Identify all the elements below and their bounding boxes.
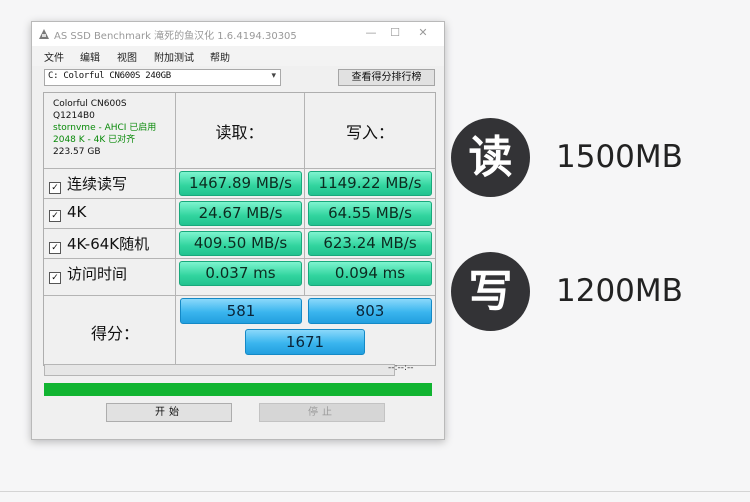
seq-write-result: 1149.22 MB/s [308, 171, 432, 196]
row-seq-text: 连续读写 [67, 175, 128, 193]
title-bar[interactable]: AS SSD Benchmark 滝死的鱼汉化 1.6.4194.30305 —… [32, 22, 444, 46]
minimize-button[interactable]: — [360, 25, 382, 41]
stop-button[interactable]: 停止 [259, 403, 385, 422]
divider [44, 228, 435, 229]
row-4k64-text: 4K-64K随机 [67, 235, 150, 253]
test-progress-bar [44, 364, 395, 376]
read-score: 581 [180, 298, 302, 324]
menu-file[interactable]: 文件 [44, 49, 64, 64]
chevron-down-icon: ▾ [271, 71, 276, 81]
drive-capacity: 223.57 GB [53, 147, 101, 157]
drive-model: Colorful CN600S [53, 99, 127, 109]
divider [44, 198, 435, 199]
menu-bar: 文件 编辑 视图 附加测试 帮助 [32, 46, 444, 66]
row-4k-text: 4K [67, 203, 87, 221]
drive-firmware: Q1214B0 [53, 111, 95, 121]
window-title: AS SSD Benchmark 滝死的鱼汉化 1.6.4194.30305 [54, 31, 297, 42]
write-speed-label: 1200MB [556, 273, 683, 309]
start-button[interactable]: 开始 [106, 403, 232, 422]
row-seq-label[interactable]: ✓ 连续读写 [49, 173, 127, 194]
results-panel: Colorful CN600S Q1214B0 stornvme - AHCI … [43, 92, 436, 366]
menu-view[interactable]: 视图 [117, 49, 137, 64]
total-score: 1671 [245, 329, 365, 355]
divider [44, 295, 435, 296]
seq-read-result: 1467.89 MB/s [179, 171, 302, 196]
drive-select-value: C: Colorful CN600S 240GB [48, 71, 171, 81]
app-icon [39, 29, 49, 39]
close-button[interactable]: ✕ [412, 25, 434, 41]
drive-info: Colorful CN600S Q1214B0 stornvme - AHCI … [53, 98, 171, 158]
row-4k-label[interactable]: ✓ 4K [49, 203, 87, 222]
write-score: 803 [308, 298, 432, 324]
checkbox[interactable]: ✓ [49, 210, 61, 222]
read-column-header: 读取： [215, 123, 264, 142]
4k64-write-result: 623.24 MB/s [308, 231, 432, 256]
access-read-result: 0.037 ms [179, 261, 302, 286]
divider [44, 258, 435, 259]
4k-read-result: 24.67 MB/s [179, 201, 302, 226]
4k64-read-result: 409.50 MB/s [179, 231, 302, 256]
checkbox[interactable]: ✓ [49, 242, 61, 254]
row-access-label[interactable]: ✓ 访问时间 [49, 263, 127, 284]
write-badge: 写 [451, 252, 530, 331]
menu-help[interactable]: 帮助 [210, 49, 230, 64]
read-speed-label: 1500MB [556, 139, 683, 175]
write-column-header: 写入： [345, 123, 394, 142]
checkbox[interactable]: ✓ [49, 182, 61, 194]
as-ssd-window: AS SSD Benchmark 滝死的鱼汉化 1.6.4194.30305 —… [31, 21, 445, 440]
drive-driver-status: stornvme - AHCI 已启用 [53, 123, 157, 133]
status-progress-bar [44, 383, 432, 396]
read-badge: 读 [451, 118, 530, 197]
divider [0, 491, 750, 492]
row-access-text: 访问时间 [67, 265, 128, 283]
menu-edit[interactable]: 编辑 [80, 49, 100, 64]
4k-write-result: 64.55 MB/s [308, 201, 432, 226]
maximize-button[interactable]: ☐ [384, 25, 406, 41]
elapsed-time: --:--:-- [388, 363, 414, 373]
drive-align-status: 2048 K - 4K 已对齐 [53, 135, 136, 145]
drive-select[interactable]: C: Colorful CN600S 240GB ▾ [44, 69, 281, 86]
view-ranking-button[interactable]: 查看得分排行榜 [338, 69, 435, 86]
divider [44, 168, 435, 169]
score-label: 得分： [91, 324, 140, 343]
row-4k64-label[interactable]: ✓ 4K-64K随机 [49, 233, 149, 254]
menu-extra-tests[interactable]: 附加测试 [154, 49, 194, 64]
checkbox[interactable]: ✓ [49, 272, 61, 284]
access-write-result: 0.094 ms [308, 261, 432, 286]
